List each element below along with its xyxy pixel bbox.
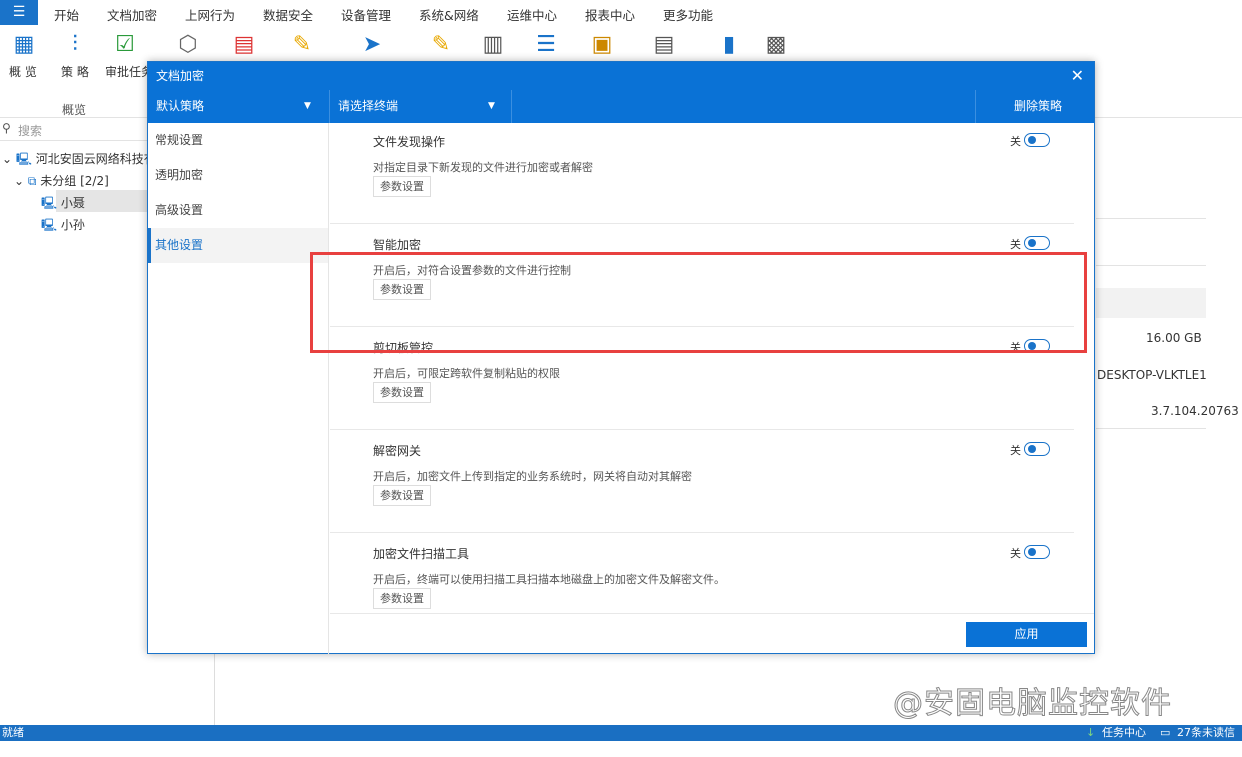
policy-button[interactable]: 策 略 bbox=[61, 63, 89, 80]
document-list-icon[interactable]: ▤ bbox=[230, 31, 258, 59]
group-icon: ⧉ bbox=[27, 174, 37, 188]
ssd-lock-icon[interactable]: ▣ bbox=[588, 31, 616, 59]
unread-messages-link[interactable]: 27条未读信息 bbox=[1177, 725, 1242, 757]
tree-item-label: 小聂 bbox=[60, 196, 85, 210]
menu-bar: ☰ 开始 文档加密 上网行为 数据安全 设备管理 系统&网络 运维中心 报表中心… bbox=[0, 0, 1242, 28]
menu-report-center[interactable]: 报表中心 bbox=[585, 5, 635, 24]
tree-item-label: 小孙 bbox=[60, 218, 85, 232]
tree-item[interactable]: 🖳 小孙 bbox=[41, 216, 85, 237]
clipboard-check-icon[interactable]: ☑ bbox=[111, 31, 139, 59]
user-list-icon[interactable]: ☰ bbox=[532, 31, 560, 59]
section-desc: 对指定目录下新发现的文件进行加密或者解密 bbox=[373, 161, 593, 174]
settings-nav: 常规设置 透明加密 高级设置 其他设置 bbox=[148, 123, 329, 654]
delete-policy-button[interactable]: 删除策略 bbox=[1014, 90, 1062, 123]
message-icon: ▭ bbox=[1160, 726, 1171, 739]
firewall-shield-icon[interactable]: ▥ bbox=[479, 31, 507, 59]
toggle-state: 关 bbox=[1010, 135, 1021, 148]
settings-content: 文件发现操作 对指定目录下新发现的文件进行加密或者解密 参数设置 关 智能加密 … bbox=[330, 123, 1094, 613]
menu-device-mgmt[interactable]: 设备管理 bbox=[341, 5, 391, 24]
highlight-box bbox=[310, 252, 1087, 353]
server-lock-icon[interactable]: ▤ bbox=[650, 31, 678, 59]
section-desc: 开启后，可限定跨软件复制粘贴的权限 bbox=[373, 367, 560, 380]
section-title: 文件发现操作 bbox=[373, 135, 446, 149]
briefcase-shield-icon[interactable]: ▩ bbox=[762, 31, 790, 59]
section-desc: 开启后，终端可以使用扫描工具扫描本地磁盘上的加密文件及解密文件。 bbox=[373, 573, 725, 586]
nav-transparent-encrypt[interactable]: 透明加密 bbox=[148, 158, 328, 193]
param-settings-button[interactable]: 参数设置 bbox=[373, 382, 431, 403]
version-value: 3.7.104.20763 bbox=[1151, 404, 1239, 418]
toggle-state: 关 bbox=[1010, 238, 1021, 251]
section-decrypt-gateway: 解密网关 开启后，加密文件上传到指定的业务系统时，网关将自动对其解密 参数设置 … bbox=[330, 430, 1074, 533]
param-settings-button[interactable]: 参数设置 bbox=[373, 485, 431, 506]
menu-start[interactable]: 开始 bbox=[54, 5, 79, 24]
dialog-title: 文档加密 bbox=[148, 62, 1094, 90]
approval-task-button[interactable]: 审批任务 bbox=[105, 63, 153, 80]
nav-general[interactable]: 常规设置 bbox=[148, 123, 328, 158]
doc-encrypt-dialog: 文档加密 ✕ 默认策略 ▼ 请选择终端 ▼ 删除策略 常规设置 透明加密 高级设… bbox=[147, 61, 1095, 654]
toggle-state: 关 bbox=[1010, 547, 1021, 560]
menu-more[interactable]: 更多功能 bbox=[663, 5, 713, 24]
cube-icon[interactable]: ⬡ bbox=[174, 31, 202, 59]
menu-web-behavior[interactable]: 上网行为 bbox=[185, 5, 235, 24]
chevron-down-icon[interactable]: ▼ bbox=[488, 90, 495, 123]
section-scan-tool: 加密文件扫描工具 开启后，终端可以使用扫描工具扫描本地磁盘上的加密文件及解密文件… bbox=[330, 533, 1074, 613]
status-text: 就绪 bbox=[2, 726, 24, 739]
ribbon-group-label: 概览 bbox=[62, 103, 87, 117]
computer-group-icon: 🖳 bbox=[15, 152, 32, 166]
task-center-link[interactable]: 任务中心 bbox=[1102, 725, 1146, 741]
section-desc: 开启后，加密文件上传到指定的业务系统时，网关将自动对其解密 bbox=[373, 470, 692, 483]
sliders-icon[interactable]: ⫶ bbox=[61, 31, 89, 59]
param-settings-button[interactable]: 参数设置 bbox=[373, 176, 431, 197]
search-icon: ⚲ bbox=[2, 121, 11, 135]
send-plane-icon[interactable]: ➤ bbox=[358, 31, 386, 59]
terminal-lock-icon: 🖳 bbox=[41, 196, 58, 210]
search-input[interactable]: 搜索 bbox=[18, 122, 42, 139]
menu-icon[interactable]: ☰ bbox=[0, 0, 38, 25]
toggle-switch[interactable] bbox=[1024, 442, 1050, 456]
toggle-switch[interactable] bbox=[1024, 545, 1050, 559]
watermark: @安固电脑监控软件 bbox=[893, 686, 1172, 722]
chevron-down-icon[interactable]: ▼ bbox=[304, 90, 311, 123]
ruler-pencil-icon[interactable]: ✎ bbox=[288, 31, 316, 59]
toggle-state: 关 bbox=[1010, 444, 1021, 457]
close-icon[interactable]: ✕ bbox=[1071, 62, 1084, 90]
section-title: 加密文件扫描工具 bbox=[373, 547, 470, 561]
hostname-value: DESKTOP-VLKTLE1 bbox=[1097, 368, 1207, 382]
memory-value: 16.00 GB bbox=[1146, 331, 1202, 345]
section-title: 解密网关 bbox=[373, 444, 422, 458]
terminal-lock-icon: 🖳 bbox=[41, 218, 58, 232]
tree-group[interactable]: ⌄ ⧉ 未分组 [2/2] bbox=[14, 172, 109, 189]
toggle-switch[interactable] bbox=[1024, 236, 1050, 250]
section-file-discovery: 文件发现操作 对指定目录下新发现的文件进行加密或者解密 参数设置 关 bbox=[330, 123, 1074, 224]
menu-system-network[interactable]: 系统&网络 bbox=[419, 5, 479, 24]
apply-button[interactable]: 应用 bbox=[966, 622, 1087, 647]
terminal-select[interactable]: 请选择终端 bbox=[338, 90, 398, 123]
section-title: 智能加密 bbox=[373, 238, 422, 252]
tree-group-label: 未分组 [2/2] bbox=[40, 174, 109, 188]
status-bar: 就绪 ↓ 任务中心 ▭ 27条未读信息 bbox=[0, 725, 1242, 755]
toggle-switch[interactable] bbox=[1024, 133, 1050, 147]
menu-ops-center[interactable]: 运维中心 bbox=[507, 5, 557, 24]
tree-item[interactable]: 🖳 小聂 bbox=[41, 194, 85, 215]
download-arrow-icon: ↓ bbox=[1086, 726, 1096, 739]
overview-grid-icon[interactable]: ▦ bbox=[10, 31, 38, 59]
ruler-pencil-icon[interactable]: ✎ bbox=[427, 31, 455, 59]
dialog-toolbar: 默认策略 ▼ 请选择终端 ▼ 删除策略 bbox=[148, 90, 1094, 123]
menu-data-security[interactable]: 数据安全 bbox=[263, 5, 313, 24]
overview-button[interactable]: 概 览 bbox=[9, 63, 37, 80]
nav-advanced[interactable]: 高级设置 bbox=[148, 193, 328, 228]
policy-select[interactable]: 默认策略 bbox=[156, 90, 204, 123]
nav-other[interactable]: 其他设置 bbox=[148, 228, 328, 263]
param-settings-button[interactable]: 参数设置 bbox=[373, 588, 431, 609]
usb-shield-icon[interactable]: ▮ bbox=[715, 31, 743, 59]
